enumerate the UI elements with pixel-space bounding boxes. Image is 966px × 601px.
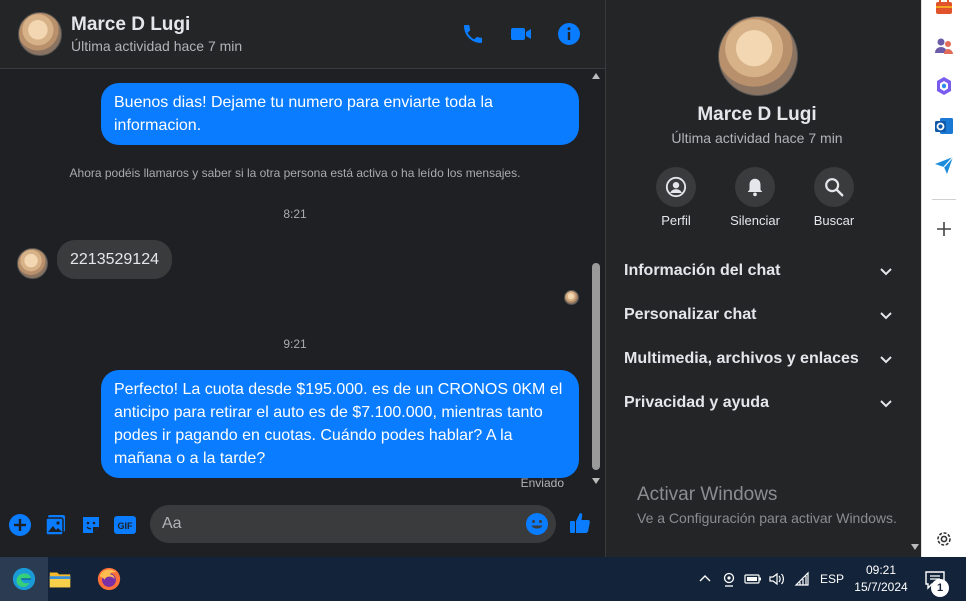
- section-title: Información del chat: [624, 262, 781, 279]
- panel-contact-name: Marce D Lugi: [697, 104, 817, 125]
- thumbs-up-icon[interactable]: [568, 511, 592, 535]
- phone-icon[interactable]: [461, 22, 485, 46]
- section-customize-chat[interactable]: Personalizar chat: [624, 301, 894, 331]
- mute-label: Silenciar: [730, 213, 780, 228]
- chevron-down-icon: [880, 400, 892, 408]
- chevron-down-icon: [880, 312, 892, 320]
- panel-contact-avatar[interactable]: [718, 16, 798, 96]
- outgoing-message[interactable]: Buenos dias! Dejame tu numero para envia…: [101, 83, 579, 145]
- mute-button[interactable]: Silenciar: [715, 167, 795, 228]
- sender-avatar: [17, 248, 48, 279]
- scrollbar-thumb[interactable]: [592, 263, 600, 470]
- send-icon[interactable]: [933, 154, 955, 176]
- section-title: Privacidad y ayuda: [624, 394, 769, 411]
- app-window: Marce D Lugi Última actividad hace 7 min…: [0, 0, 966, 601]
- info-icon[interactable]: [557, 22, 581, 46]
- activate-windows-title: Activar Windows: [637, 484, 778, 505]
- chat-scrollbar[interactable]: [590, 70, 602, 490]
- chevron-down-icon: [880, 356, 892, 364]
- panel-last-active: Última actividad hace 7 min: [671, 130, 843, 146]
- outlook-icon[interactable]: [933, 115, 955, 137]
- clock-time: 09:21: [865, 563, 897, 577]
- incoming-message[interactable]: 2213529124: [57, 240, 172, 279]
- profile-label: Perfil: [661, 213, 691, 228]
- wifi-icon[interactable]: [793, 570, 811, 588]
- conversation-info-panel: Marce D Lugi Última actividad hace 7 min…: [605, 0, 921, 557]
- section-media-files-links[interactable]: Multimedia, archivos y enlaces: [624, 345, 894, 375]
- plus-circle-icon[interactable]: [8, 513, 32, 537]
- webcam-icon[interactable]: [720, 570, 738, 588]
- panel-scroll-down-icon[interactable]: [911, 544, 919, 550]
- svg-text:GIF: GIF: [118, 521, 134, 531]
- notification-count: 1: [931, 579, 949, 597]
- composer: GIF: [0, 496, 605, 557]
- message-status: Enviado: [520, 476, 564, 490]
- gif-icon[interactable]: GIF: [113, 513, 137, 537]
- section-privacy-help[interactable]: Privacidad y ayuda: [624, 389, 894, 419]
- seen-indicator-avatar: [564, 290, 579, 305]
- message-timestamp: 8:21: [283, 207, 307, 221]
- windows-taskbar: ESP 09:21 15/7/2024 1: [0, 557, 966, 601]
- chat-header: Marce D Lugi Última actividad hace 7 min: [0, 0, 605, 69]
- last-active-status: Última actividad hace 7 min: [71, 38, 243, 54]
- sticker-icon[interactable]: [79, 513, 103, 537]
- search-icon: [814, 167, 854, 207]
- search-label: Buscar: [813, 213, 855, 228]
- search-button[interactable]: Buscar: [794, 167, 874, 228]
- file-explorer-icon[interactable]: [36, 557, 84, 601]
- activate-windows-subtitle: Ve a Configuración para activar Windows.: [637, 510, 897, 526]
- firefox-icon[interactable]: [85, 557, 133, 601]
- scroll-down-arrow-icon[interactable]: [592, 478, 600, 484]
- input-language[interactable]: ESP: [820, 572, 844, 586]
- contact-name[interactable]: Marce D Lugi: [71, 14, 190, 36]
- system-clock[interactable]: 09:21 15/7/2024: [850, 562, 912, 596]
- sidebar-divider: [932, 199, 956, 200]
- message-input-wrap[interactable]: [150, 505, 556, 543]
- volume-icon[interactable]: [768, 570, 786, 588]
- browser-sidebar: [921, 0, 966, 557]
- message-list[interactable]: Buenos dias! Dejame tu numero para envia…: [0, 70, 590, 495]
- profile-button[interactable]: Perfil: [636, 167, 716, 228]
- section-title: Multimedia, archivos y enlaces: [624, 350, 859, 367]
- chevron-up-icon[interactable]: [696, 570, 714, 588]
- profile-icon: [656, 167, 696, 207]
- message-timestamp: 9:21: [283, 337, 307, 351]
- people-icon[interactable]: [933, 35, 955, 57]
- shopping-bag-icon[interactable]: [933, 0, 955, 18]
- message-input[interactable]: [162, 513, 522, 535]
- outgoing-message[interactable]: Perfecto! La cuota desde $195.000. es de…: [101, 370, 579, 478]
- emoji-icon[interactable]: [525, 512, 549, 536]
- battery-icon[interactable]: [744, 570, 762, 588]
- settings-gear-icon[interactable]: [933, 528, 955, 550]
- chat-column: Marce D Lugi Última actividad hace 7 min…: [0, 0, 605, 557]
- copilot-icon[interactable]: [933, 75, 955, 97]
- contact-avatar[interactable]: [18, 12, 62, 56]
- scroll-up-arrow-icon[interactable]: [592, 73, 600, 79]
- image-icon[interactable]: [44, 513, 68, 537]
- add-icon[interactable]: [933, 218, 955, 240]
- chevron-down-icon: [880, 268, 892, 276]
- clock-date: 15/7/2024: [854, 580, 908, 594]
- video-call-icon[interactable]: [509, 22, 533, 46]
- system-notice: Ahora podéis llamaros y saber si la otra…: [69, 166, 521, 180]
- section-title: Personalizar chat: [624, 306, 757, 323]
- section-chat-info[interactable]: Información del chat: [624, 257, 894, 287]
- bell-icon: [735, 167, 775, 207]
